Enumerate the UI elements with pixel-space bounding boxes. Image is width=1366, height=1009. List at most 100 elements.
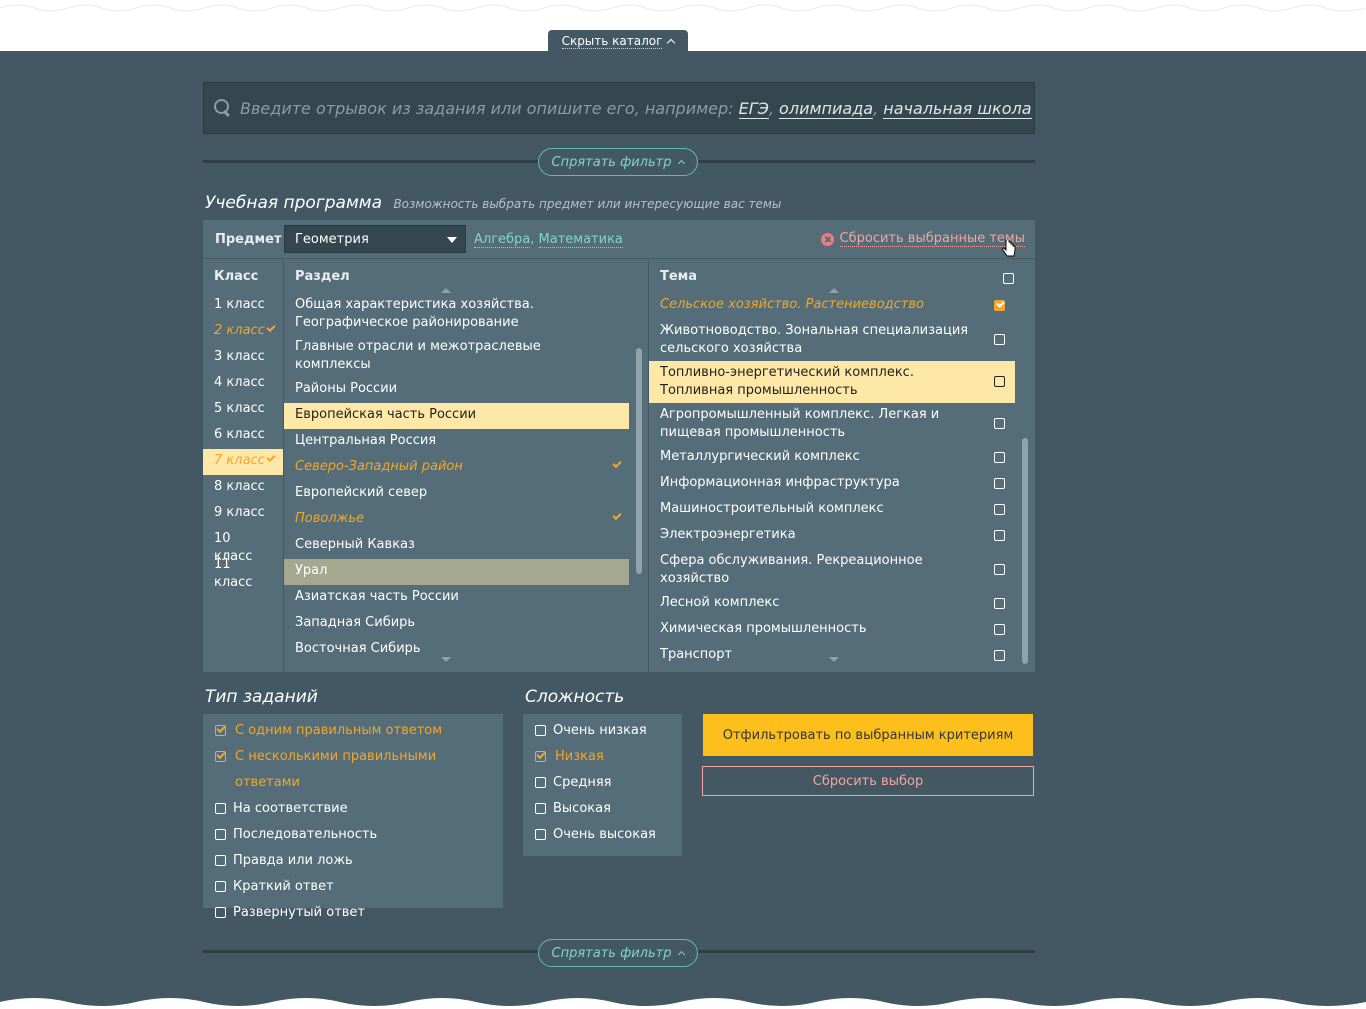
topic-item[interactable]: Сельское хозяйство. Растениеводство: [649, 293, 1015, 319]
section-item-label: Поволжье: [295, 511, 365, 526]
task_types-option[interactable]: Краткий ответ: [203, 874, 503, 900]
hide-filter-button-top[interactable]: Спрятать фильтр: [538, 148, 698, 176]
class-item[interactable]: 4 класс: [203, 371, 283, 397]
topic-item[interactable]: Химическая промышленность: [649, 617, 1015, 643]
topic-checkbox[interactable]: [994, 564, 1005, 575]
class-item-label: 4 класс: [214, 375, 265, 390]
section-item[interactable]: Центральная Россия: [284, 429, 629, 455]
difficulty-option[interactable]: Высокая: [523, 796, 682, 822]
apply-filter-button[interactable]: Отфильтровать по выбранным критериям: [703, 714, 1033, 756]
class-item[interactable]: 11 класс: [203, 553, 283, 590]
search-example-primary-school[interactable]: начальная школа: [883, 98, 1032, 119]
section-item[interactable]: Поволжье: [284, 507, 629, 533]
task_types-option-label: Последовательность: [233, 827, 378, 842]
task_types-option[interactable]: Правда или ложь: [203, 848, 503, 874]
section-header: Раздел: [295, 269, 350, 284]
topic-checkbox[interactable]: [994, 376, 1005, 387]
section-item[interactable]: Общая характеристика хозяйства. Географи…: [284, 293, 629, 335]
section-item[interactable]: Восточная Сибирь: [284, 637, 629, 663]
topic-item[interactable]: Транспорт: [649, 643, 1015, 669]
class-item[interactable]: 6 класс: [203, 423, 283, 449]
related-subject-math[interactable]: Математика: [538, 232, 623, 248]
topic-item[interactable]: Сфера обслуживания. Рекреационное хозяйс…: [649, 549, 1015, 591]
task_types-option[interactable]: Последовательность: [203, 822, 503, 848]
topic-item[interactable]: Агропромышленный комплекс. Легкая и пище…: [649, 403, 1015, 445]
search-example-olympiad[interactable]: олимпиада: [779, 98, 874, 119]
topic-checkbox[interactable]: [994, 530, 1005, 541]
topic-item[interactable]: Электроэнергетика: [649, 523, 1015, 549]
class-item[interactable]: 2 класс: [203, 319, 283, 345]
section-item[interactable]: Районы России: [284, 377, 629, 403]
topic-checkbox[interactable]: [994, 504, 1005, 515]
difficulty-option[interactable]: Очень высокая: [523, 822, 682, 848]
search-example-ege[interactable]: ЕГЭ: [738, 98, 769, 119]
topic-checkbox[interactable]: [994, 478, 1005, 489]
task_types-option[interactable]: Развернутый ответ: [203, 900, 503, 926]
topic-checkbox[interactable]: [994, 334, 1005, 345]
topic-checkbox[interactable]: [994, 624, 1005, 635]
class-item[interactable]: 10 класс: [203, 527, 283, 564]
class-item[interactable]: 8 класс: [203, 475, 283, 501]
difficulty-option[interactable]: Очень низкая: [523, 718, 682, 744]
topic-item[interactable]: Машиностроительный комплекс: [649, 497, 1015, 523]
task_types-option[interactable]: С одним правильным ответом: [203, 718, 503, 744]
select-all-topics-checkbox[interactable]: [1003, 273, 1014, 284]
topic-item[interactable]: Металлургический комплекс: [649, 445, 1015, 471]
topic-checkbox[interactable]: [994, 598, 1005, 609]
section-item[interactable]: Северо-Западный район: [284, 455, 629, 481]
reset-topics-button[interactable]: Сбросить выбранные темы: [820, 231, 1025, 247]
section-item[interactable]: Главные отрасли и межотраслевые комплекс…: [284, 335, 629, 377]
topic-item-label: Металлургический комплекс: [660, 449, 860, 464]
topic-checkbox[interactable]: [994, 452, 1005, 463]
topic-item[interactable]: Информационная инфраструктура: [649, 471, 1015, 497]
topic-checkbox[interactable]: [994, 650, 1005, 661]
section-item[interactable]: Урал: [284, 559, 629, 585]
class-item[interactable]: 5 класс: [203, 397, 283, 423]
checkbox-icon: [215, 725, 226, 736]
class-item-label: 7 класс: [214, 453, 265, 468]
scroll-down-icon[interactable]: [441, 657, 451, 662]
class-item[interactable]: 9 класс: [203, 501, 283, 527]
topic-item[interactable]: Лесной комплекс: [649, 591, 1015, 617]
topic-checkbox[interactable]: [994, 300, 1005, 311]
difficulty-option-label: Высокая: [553, 801, 611, 816]
checkbox-icon: [215, 855, 226, 866]
topic-item-label: Животноводство. Зональная специализация …: [660, 323, 969, 356]
reset-selection-button[interactable]: Сбросить выбор: [702, 766, 1034, 796]
section-item[interactable]: Западная Сибирь: [284, 611, 629, 637]
section-item[interactable]: Азиатская часть России: [284, 585, 629, 611]
search-input[interactable]: Введите отрывок из задания или опишите е…: [203, 82, 1035, 134]
section-item[interactable]: Северный Кавказ: [284, 533, 629, 559]
section-item[interactable]: Европейский север: [284, 481, 629, 507]
topic-item-label: Электроэнергетика: [660, 527, 796, 542]
section-scrollbar[interactable]: [636, 348, 642, 574]
bottom-wave-decoration: [0, 998, 1366, 1009]
class-item[interactable]: 3 класс: [203, 345, 283, 371]
task_types-option-label: С одним правильным ответом: [235, 723, 443, 738]
scroll-down-icon[interactable]: [829, 657, 839, 662]
section-item-label: Районы России: [295, 381, 398, 396]
task_types-option[interactable]: На соответствие: [203, 796, 503, 822]
section-item-label: Азиатская часть России: [295, 589, 459, 604]
task_types-option[interactable]: С несколькими правильными ответами: [203, 744, 503, 796]
hide-filter-label: Спрятать фильтр: [551, 945, 672, 961]
difficulty-option[interactable]: Низкая: [523, 744, 682, 770]
subject-select[interactable]: Геометрия: [284, 225, 466, 253]
hide-filter-button-bottom[interactable]: Спрятать фильтр: [538, 939, 698, 967]
checkbox-icon: [215, 751, 226, 762]
related-subject-algebra[interactable]: Алгебра: [474, 232, 531, 248]
program-panel: Предмет Геометрия Алгебра, Математика Сб…: [203, 220, 1035, 672]
class-item[interactable]: 1 класс: [203, 293, 283, 319]
topic-checkbox[interactable]: [994, 418, 1005, 429]
topic-item[interactable]: Животноводство. Зональная специализация …: [649, 319, 1015, 361]
topic-scrollbar[interactable]: [1022, 438, 1028, 664]
difficulty-option[interactable]: Средняя: [523, 770, 682, 796]
hide-catalog-button[interactable]: Скрыть каталог: [548, 30, 688, 52]
topic-item[interactable]: Топливно-энергетический комплекс. Топлив…: [649, 361, 1015, 403]
chevron-up-icon: [667, 38, 676, 47]
class-item[interactable]: 7 класс: [203, 449, 283, 475]
section-item[interactable]: Европейская часть России: [284, 403, 629, 429]
program-title: Учебная программа: [205, 193, 383, 213]
task_types-option-label: С несколькими правильными ответами: [235, 749, 437, 790]
topic-column: Тема Сельское хозяйство. Растениеводство…: [649, 260, 1035, 672]
